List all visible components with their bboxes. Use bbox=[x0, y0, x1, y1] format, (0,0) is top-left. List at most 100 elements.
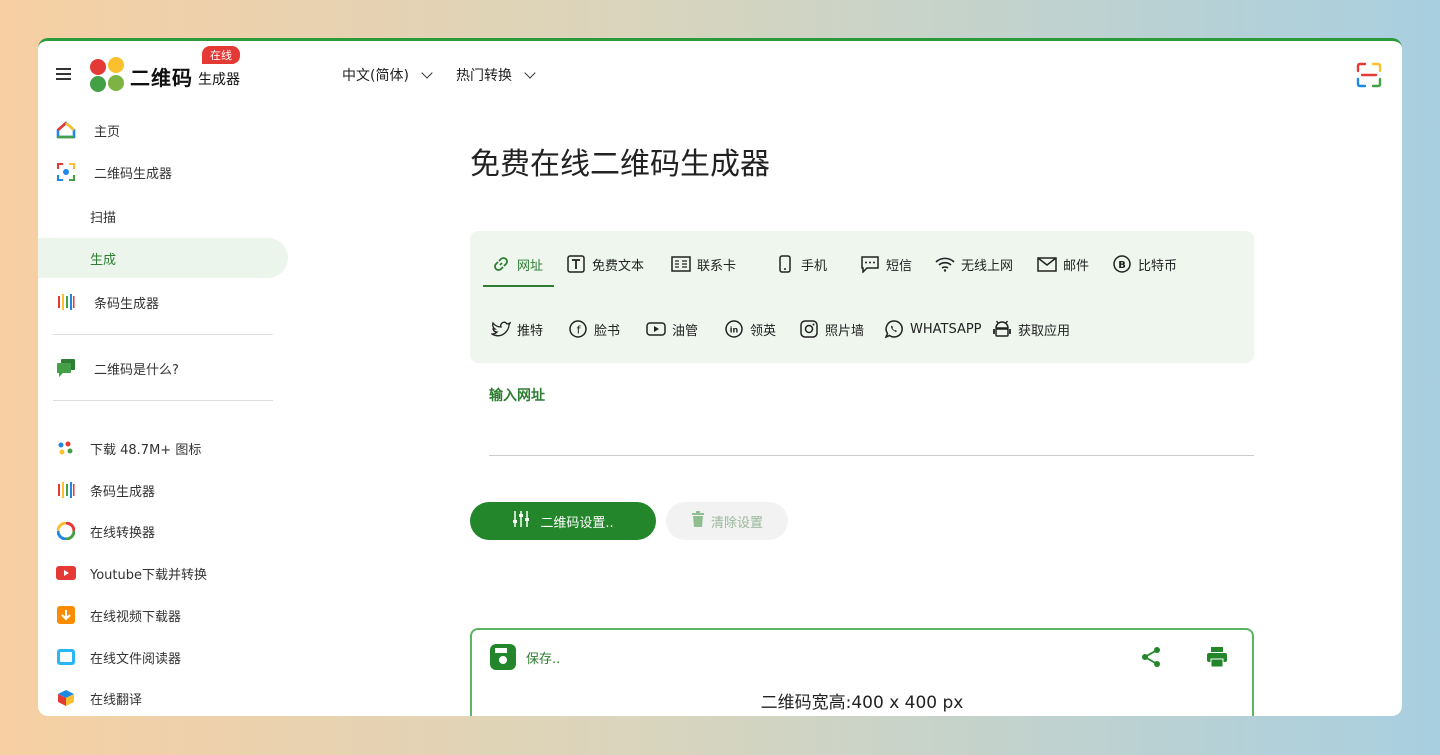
file-reader-icon bbox=[56, 647, 76, 667]
page-title: 免费在线二维码生成器 bbox=[470, 147, 770, 182]
sidebar-item-translate[interactable]: 在线翻译 bbox=[38, 678, 288, 716]
sidebar-item-what-is-qr[interactable]: 二维码是什么? bbox=[38, 348, 288, 388]
sidebar-item-online-converter[interactable]: 在线转换器 bbox=[38, 511, 288, 551]
sidebar-item-barcode-generator-2[interactable]: 条码生成器 bbox=[38, 470, 288, 510]
tab-youtube[interactable]: 油管 bbox=[646, 314, 698, 344]
sidebar-item-label: 在线视频下载器 bbox=[90, 609, 182, 625]
tab-phone[interactable]: 手机 bbox=[775, 249, 827, 279]
whatsapp-icon bbox=[884, 319, 904, 339]
svg-text:in: in bbox=[730, 326, 739, 335]
popular-conversions-label: 热门转换 bbox=[456, 68, 512, 84]
brand-subtitle: 生成器 bbox=[198, 72, 240, 88]
url-input-label: 输入网址 bbox=[489, 388, 545, 404]
tab-label: 推特 bbox=[517, 323, 544, 339]
tab-label: 无线上网 bbox=[961, 258, 1014, 274]
tab-label: 网址 bbox=[517, 258, 544, 274]
logo-icon[interactable] bbox=[90, 57, 126, 93]
tab-label: 短信 bbox=[886, 258, 913, 274]
clear-settings-button[interactable]: 清除设置 bbox=[666, 502, 788, 540]
popular-conversions-dropdown[interactable]: 热门转换 bbox=[456, 65, 536, 85]
active-tab-indicator bbox=[483, 285, 554, 287]
sidebar-item-label: 生成 bbox=[90, 252, 117, 268]
tab-sms[interactable]: 短信 bbox=[860, 249, 912, 279]
sidebar-item-youtube-downloader[interactable]: Youtube下载并转换 bbox=[38, 553, 288, 593]
sidebar-item-scan[interactable]: 扫描 bbox=[38, 196, 288, 236]
sidebar-item-label: 在线转换器 bbox=[90, 525, 156, 541]
qr-result-panel: 保存.. 二维码宽高:400 x 400 px bbox=[470, 628, 1254, 716]
language-label: 中文(简体) bbox=[342, 68, 409, 84]
sidebar-item-label: 在线翻译 bbox=[90, 692, 143, 708]
mail-icon bbox=[1037, 254, 1057, 274]
sidebar-item-label: 二维码是什么? bbox=[94, 362, 179, 378]
sidebar-item-download-icons[interactable]: 下载 48.7M+ 图标 bbox=[38, 428, 288, 468]
wifi-icon bbox=[935, 254, 955, 274]
share-icon[interactable] bbox=[1140, 646, 1162, 668]
clear-settings-label: 清除设置 bbox=[710, 515, 763, 531]
sidebar-item-generate[interactable]: 生成 bbox=[38, 238, 288, 278]
tab-twitter[interactable]: 推特 bbox=[491, 314, 543, 344]
tab-label: 照片墙 bbox=[825, 323, 865, 339]
bitcoin-icon: B bbox=[1112, 254, 1132, 274]
language-dropdown[interactable]: 中文(简体) bbox=[342, 65, 433, 85]
sidebar-item-label: Youtube下载并转换 bbox=[90, 567, 207, 583]
home-icon bbox=[56, 120, 76, 140]
url-input[interactable] bbox=[489, 455, 1254, 456]
save-icon bbox=[490, 644, 516, 670]
chevron-down-icon bbox=[524, 66, 536, 79]
sidebar-item-label: 在线文件阅读器 bbox=[90, 651, 182, 667]
menu-icon[interactable] bbox=[56, 68, 71, 80]
tab-get-app[interactable]: 获取应用 bbox=[992, 314, 1070, 344]
qr-settings-label: 二维码设置.. bbox=[540, 515, 614, 531]
sidebar-item-barcode-generator[interactable]: 条码生成器 bbox=[38, 282, 288, 322]
tab-label: 领英 bbox=[750, 323, 777, 339]
phone-icon bbox=[775, 254, 795, 274]
tab-wifi[interactable]: 无线上网 bbox=[935, 249, 1013, 279]
tab-label: 手机 bbox=[801, 258, 828, 274]
youtube-icon bbox=[646, 319, 666, 339]
tab-label: 邮件 bbox=[1063, 258, 1090, 274]
sidebar-item-label: 下载 48.7M+ 图标 bbox=[90, 442, 202, 458]
tab-free-text[interactable]: 免费文本 bbox=[566, 249, 644, 279]
chevron-down-icon bbox=[421, 66, 433, 79]
tab-instagram[interactable]: 照片墙 bbox=[799, 314, 864, 344]
sidebar-item-qr-generator[interactable]: 二维码生成器 bbox=[38, 152, 288, 192]
print-icon[interactable] bbox=[1206, 646, 1228, 668]
text-icon bbox=[566, 254, 586, 274]
svg-text:B: B bbox=[1118, 260, 1126, 271]
barcode-icon bbox=[56, 292, 76, 312]
barcode-icon bbox=[56, 480, 76, 500]
instagram-icon bbox=[799, 319, 819, 339]
translate-icon bbox=[56, 688, 76, 708]
sidebar-item-file-reader[interactable]: 在线文件阅读器 bbox=[38, 637, 288, 677]
save-label: 保存.. bbox=[526, 651, 561, 667]
tab-bitcoin[interactable]: B 比特币 bbox=[1112, 249, 1177, 279]
tab-vcard[interactable]: 联系卡 bbox=[671, 249, 736, 279]
sidebar-item-video-downloader[interactable]: 在线视频下载器 bbox=[38, 595, 288, 635]
sidebar-item-home[interactable]: 主页 bbox=[38, 110, 288, 150]
sidebar-item-label: 条码生成器 bbox=[90, 484, 156, 500]
trash-icon bbox=[691, 510, 705, 532]
tab-label: 免费文本 bbox=[592, 258, 645, 274]
tab-linkedin[interactable]: in 领英 bbox=[724, 314, 776, 344]
youtube-icon bbox=[56, 563, 76, 583]
qr-dimensions-text: 二维码宽高:400 x 400 px bbox=[760, 693, 964, 713]
save-button[interactable]: 保存.. bbox=[490, 644, 560, 670]
tab-whatsapp[interactable]: WHATSAPP bbox=[884, 314, 982, 344]
sidebar-item-label: 二维码生成器 bbox=[94, 166, 173, 182]
sidebar-item-label: 扫描 bbox=[90, 210, 117, 226]
tab-email[interactable]: 邮件 bbox=[1037, 249, 1089, 279]
qr-scan-icon[interactable] bbox=[1356, 62, 1382, 88]
qr-settings-button[interactable]: 二维码设置.. bbox=[470, 502, 656, 540]
tab-label: 比特币 bbox=[1138, 258, 1178, 274]
tab-url[interactable]: 网址 bbox=[491, 249, 543, 279]
facebook-icon: f bbox=[568, 319, 588, 339]
app-window: 二维码 生成器 在线 中文(简体) 热门转换 主页 二维码生成器 扫描 生成 条… bbox=[38, 38, 1402, 716]
tab-label: 油管 bbox=[672, 323, 699, 339]
tab-facebook[interactable]: f 脸书 bbox=[568, 314, 620, 344]
tab-label: WHATSAPP bbox=[910, 321, 982, 337]
brand-title[interactable]: 二维码 bbox=[130, 62, 193, 91]
sidebar-item-label: 条码生成器 bbox=[94, 296, 160, 312]
vcard-icon bbox=[671, 254, 691, 274]
link-icon bbox=[491, 254, 511, 274]
sms-icon bbox=[860, 254, 880, 274]
